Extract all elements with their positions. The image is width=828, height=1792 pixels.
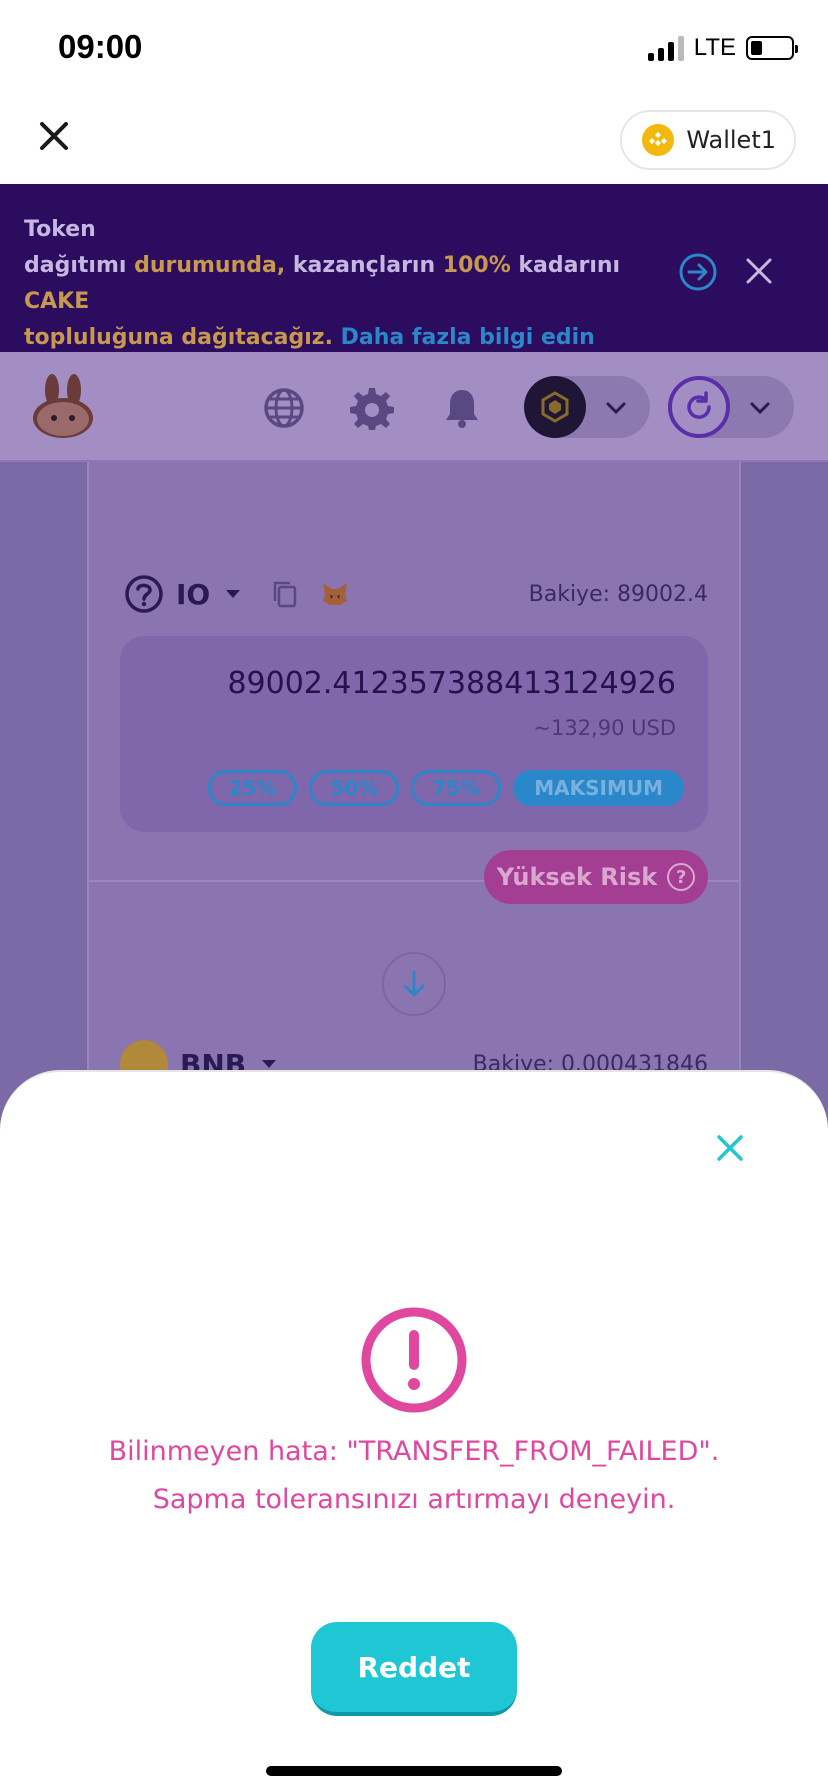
error-modal: Bilinmeyen hata: "TRANSFER_FROM_FAILED".…	[0, 1070, 828, 1792]
home-indicator	[266, 1766, 562, 1776]
bnb-coin-icon	[642, 124, 675, 156]
help-icon: ?	[667, 863, 696, 891]
arrow-down-icon	[403, 970, 425, 997]
from-balance: Bakiye: 89002.4	[528, 582, 708, 607]
amount-input[interactable]: 89002.412357388413124926	[227, 666, 676, 701]
chevron-down-icon	[750, 402, 770, 415]
refresh-icon	[668, 376, 730, 438]
chevron-down-icon	[262, 1060, 277, 1068]
arrow-right-circle-icon[interactable]	[678, 252, 718, 292]
high-risk-badge[interactable]: Yüksek Risk ?	[484, 850, 708, 904]
network-label: LTE	[693, 34, 736, 61]
chevron-down-icon	[226, 590, 241, 598]
close-icon[interactable]	[744, 256, 774, 286]
percent-buttons: 25% 50% 75% MAKSIMUM	[207, 770, 684, 806]
max-button[interactable]: MAKSIMUM	[513, 770, 684, 806]
metamask-icon[interactable]	[320, 579, 350, 609]
wallet-button[interactable]: Wallet1	[620, 110, 796, 170]
status-bar: 09:00 LTE	[0, 0, 828, 100]
banner-text: Token dağıtımı durumunda, kazançların 10…	[24, 217, 621, 350]
chevron-down-icon	[606, 402, 626, 415]
percent-50-button[interactable]: 50%	[309, 770, 400, 806]
alert-icon	[361, 1307, 467, 1413]
switch-tokens-button[interactable]	[382, 952, 446, 1016]
signal-icon	[647, 35, 684, 61]
gear-icon[interactable]	[350, 386, 394, 430]
amount-input-box[interactable]: 89002.412357388413124926 ~132,90 USD 25%…	[120, 636, 708, 832]
help-icon	[125, 575, 163, 613]
percent-75-button[interactable]: 75%	[411, 770, 502, 806]
bnb-chain-icon	[524, 376, 586, 438]
close-icon[interactable]	[714, 1132, 746, 1164]
pancake-bunny-logo[interactable]	[30, 374, 96, 440]
amount-usd: ~132,90 USD	[533, 716, 676, 740]
learn-more-link[interactable]: Daha fazla bilgi edin	[341, 325, 595, 350]
announcement-banner: Token dağıtımı durumunda, kazançların 10…	[0, 184, 828, 352]
error-message: Bilinmeyen hata: "TRANSFER_FROM_FAILED".…	[108, 1436, 720, 1515]
webview-header: Wallet1	[0, 100, 828, 184]
status-time: 09:00	[58, 28, 143, 65]
globe-icon[interactable]	[262, 386, 306, 430]
status-indicators: LTE	[647, 34, 798, 62]
battery-icon	[746, 36, 798, 60]
network-selector[interactable]	[524, 376, 650, 438]
account-selector[interactable]	[668, 376, 794, 438]
percent-25-button[interactable]: 25%	[207, 770, 298, 806]
dismiss-button[interactable]: Reddet	[311, 1622, 517, 1716]
close-icon[interactable]	[38, 120, 70, 152]
wallet-label: Wallet1	[686, 126, 776, 154]
from-token-selector[interactable]: IO	[124, 574, 350, 614]
risk-label: Yüksek Risk	[496, 863, 658, 891]
from-token-symbol: IO	[176, 577, 211, 611]
copy-icon[interactable]	[270, 579, 300, 609]
bell-icon[interactable]	[440, 386, 484, 430]
app-nav	[0, 352, 828, 462]
